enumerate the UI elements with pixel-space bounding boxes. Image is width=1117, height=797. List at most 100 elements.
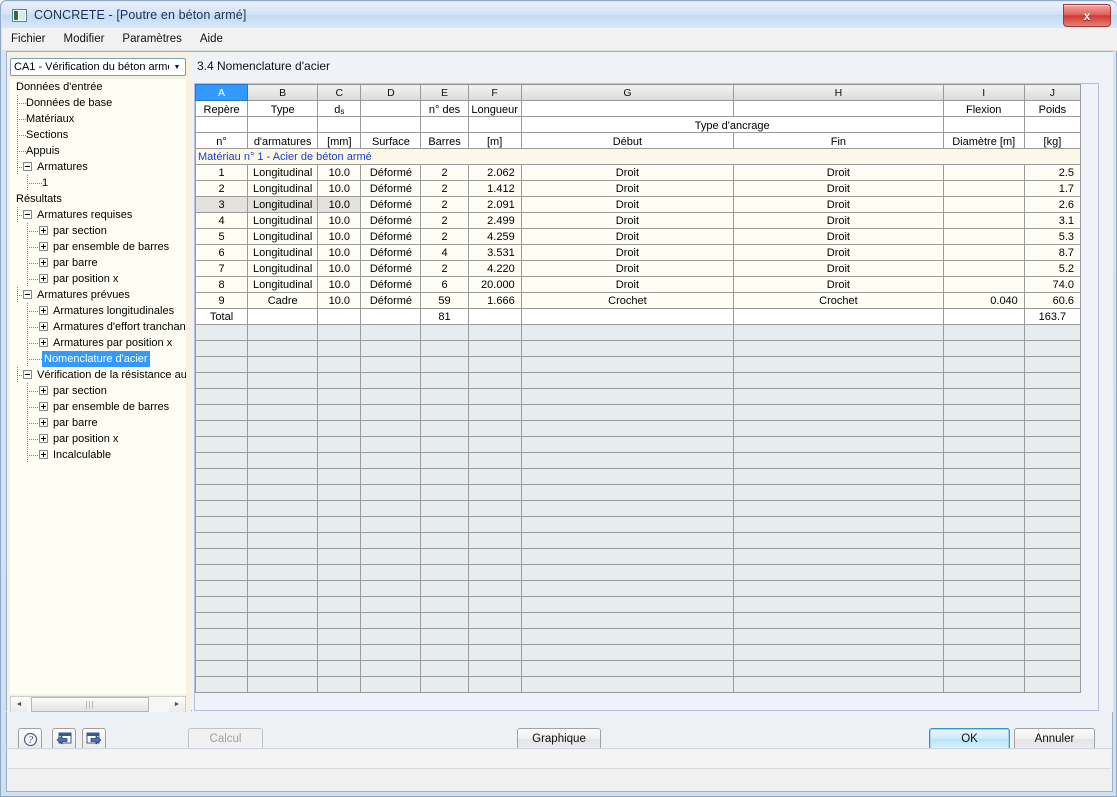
table-empty-cell[interactable] — [1023, 516, 1082, 533]
table-cell-barres[interactable]: 2 — [420, 196, 469, 213]
table-row[interactable]: 6 Longitudinal 10.0 Déformé 4 3.531 Droit Droit… — [195, 244, 1082, 261]
table-empty-cell[interactable] — [360, 612, 422, 629]
table-empty-cell[interactable] — [195, 516, 249, 533]
table-empty-cell[interactable] — [360, 532, 422, 549]
table-empty-cell[interactable] — [733, 644, 944, 661]
table-cell-repere[interactable]: 9 — [195, 292, 249, 309]
table-empty-cell[interactable] — [195, 388, 249, 405]
table-empty-cell[interactable] — [360, 644, 422, 661]
chevron-down-icon[interactable]: ▼ — [169, 59, 185, 75]
table-empty-cell[interactable] — [520, 660, 735, 677]
table-empty-cell[interactable] — [467, 420, 522, 437]
table-cell-longueur[interactable]: 2.062 — [467, 164, 522, 181]
table-empty-cell[interactable] — [420, 452, 469, 469]
table-empty-cell[interactable] — [467, 660, 522, 677]
tree-item-appuis[interactable]: Appuis — [10, 143, 186, 159]
table-cell-debut[interactable]: Droit — [520, 228, 735, 245]
table-empty-cell[interactable] — [317, 388, 362, 405]
tree-collapse-icon[interactable] — [23, 162, 32, 171]
table-empty-cell[interactable] — [360, 468, 422, 485]
table-empty-row[interactable] — [195, 676, 1082, 693]
column-header-A[interactable]: A — [195, 84, 249, 101]
table-cell-flexion[interactable] — [942, 212, 1025, 229]
table-cell-fin[interactable]: Droit — [733, 180, 944, 197]
table-empty-cell[interactable] — [467, 532, 522, 549]
tree-item-armatures-par-position-x[interactable]: Armatures par position x — [10, 335, 186, 351]
table-cell-surface[interactable]: Déformé — [360, 260, 422, 277]
table-cell-surface[interactable]: Déformé — [360, 196, 422, 213]
table-empty-cell[interactable] — [360, 660, 422, 677]
table-cell-fin[interactable]: Crochet — [733, 292, 944, 309]
table-cell-repere[interactable]: 2 — [195, 180, 249, 197]
table-empty-cell[interactable] — [317, 404, 362, 421]
table-empty-cell[interactable] — [733, 612, 944, 629]
table-empty-cell[interactable] — [520, 516, 735, 533]
table-empty-cell[interactable] — [520, 436, 735, 453]
table-empty-cell[interactable] — [1023, 388, 1082, 405]
table-empty-cell[interactable] — [467, 484, 522, 501]
table-empty-cell[interactable] — [317, 484, 362, 501]
table-empty-cell[interactable] — [360, 596, 422, 613]
table-empty-cell[interactable] — [195, 404, 249, 421]
table-empty-cell[interactable] — [1023, 628, 1082, 645]
table-empty-cell[interactable] — [317, 516, 362, 533]
table-empty-cell[interactable] — [467, 404, 522, 421]
table-empty-row[interactable] — [195, 660, 1082, 677]
table-cell-poids[interactable]: 1.7 — [1023, 180, 1082, 197]
tree-collapse-icon[interactable] — [23, 370, 32, 379]
table-empty-cell[interactable] — [360, 516, 422, 533]
table-empty-cell[interactable] — [1023, 548, 1082, 565]
table-cell-type[interactable]: Longitudinal — [247, 260, 319, 277]
column-header-E[interactable]: E — [420, 84, 469, 101]
table-cell-flexion[interactable] — [942, 276, 1025, 293]
table-cell-repere[interactable]: 1 — [195, 164, 249, 181]
table-empty-cell[interactable] — [733, 468, 944, 485]
table-empty-cell[interactable] — [420, 612, 469, 629]
table-empty-cell[interactable] — [247, 628, 319, 645]
table-empty-cell[interactable] — [317, 580, 362, 597]
tree-item-sections[interactable]: Sections — [10, 127, 186, 143]
table-empty-cell[interactable] — [520, 340, 735, 357]
table-empty-cell[interactable] — [360, 324, 422, 341]
table-empty-cell[interactable] — [467, 388, 522, 405]
table-empty-cell[interactable] — [420, 516, 469, 533]
table-empty-cell[interactable] — [317, 676, 362, 693]
table-empty-cell[interactable] — [1023, 644, 1082, 661]
table-empty-cell[interactable] — [520, 468, 735, 485]
table-empty-cell[interactable] — [942, 340, 1025, 357]
table-empty-cell[interactable] — [1023, 484, 1082, 501]
table-empty-cell[interactable] — [1023, 660, 1082, 677]
table-empty-cell[interactable] — [942, 468, 1025, 485]
table-empty-cell[interactable] — [942, 660, 1025, 677]
table-empty-cell[interactable] — [195, 356, 249, 373]
table-row[interactable]: 7 Longitudinal 10.0 Déformé 2 4.220 Droit Droit… — [195, 260, 1082, 277]
table-empty-cell[interactable] — [247, 676, 319, 693]
table-empty-row[interactable] — [195, 436, 1082, 453]
table-empty-cell[interactable] — [247, 436, 319, 453]
table-empty-cell[interactable] — [733, 484, 944, 501]
table-empty-cell[interactable] — [247, 644, 319, 661]
table-empty-cell[interactable] — [467, 564, 522, 581]
table-empty-cell[interactable] — [520, 388, 735, 405]
table-cell-ds[interactable]: 10.0 — [317, 212, 362, 229]
table-empty-cell[interactable] — [317, 596, 362, 613]
table-empty-cell[interactable] — [942, 500, 1025, 517]
table-empty-cell[interactable] — [467, 372, 522, 389]
table-cell-repere[interactable]: 7 — [195, 260, 249, 277]
table-empty-cell[interactable] — [520, 580, 735, 597]
tree-item-armatures-requises[interactable]: Armatures requises — [10, 207, 186, 223]
table-cell-ds[interactable]: 10.0 — [317, 260, 362, 277]
table-empty-cell[interactable] — [942, 324, 1025, 341]
table-empty-cell[interactable] — [467, 644, 522, 661]
table-cell-fin[interactable]: Droit — [733, 260, 944, 277]
table-empty-cell[interactable] — [467, 356, 522, 373]
table-empty-cell[interactable] — [467, 324, 522, 341]
table-empty-cell[interactable] — [520, 676, 735, 693]
table-empty-cell[interactable] — [317, 644, 362, 661]
steel-schedule-table-container[interactable]: A B C D E F G H I J Repère Type ds n° des Longueur Flex… — [194, 83, 1099, 711]
table-empty-row[interactable] — [195, 452, 1082, 469]
table-empty-cell[interactable] — [467, 548, 522, 565]
table-cell-surface[interactable]: Déformé — [360, 228, 422, 245]
table-empty-cell[interactable] — [520, 564, 735, 581]
table-cell-poids[interactable]: 8.7 — [1023, 244, 1082, 261]
